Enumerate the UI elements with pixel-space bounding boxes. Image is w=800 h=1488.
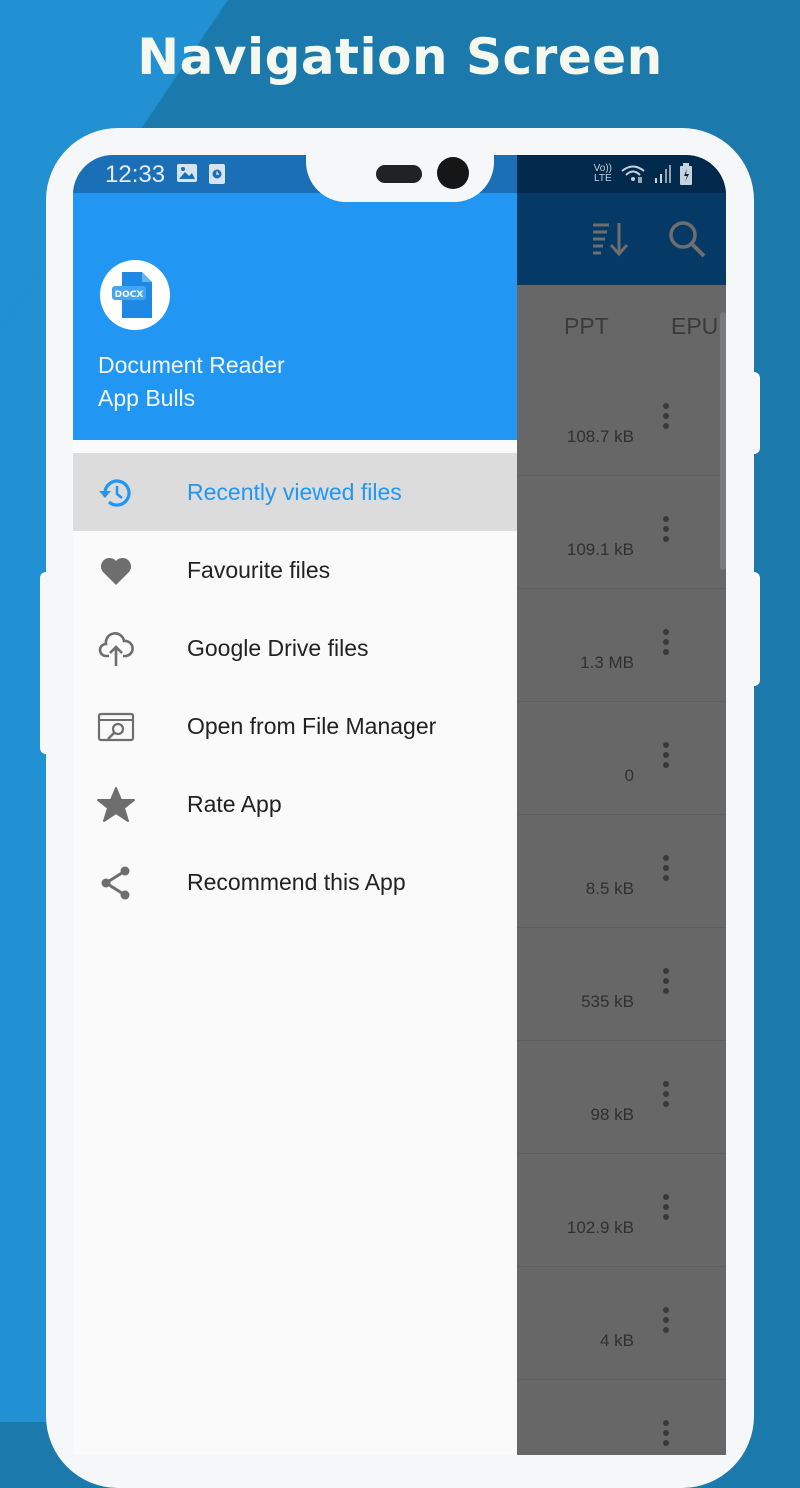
list-scrollbar[interactable] [720,312,726,570]
file-size: 0 [624,766,634,785]
app-logo: DOCX [100,260,170,330]
volte-icon: Vo)) LTE [593,163,612,184]
more-options-icon[interactable] [663,629,669,659]
file-size: 98 kB [590,1105,634,1124]
share-icon [101,866,130,900]
app-name: Document Reader App Bulls [98,352,285,411]
svg-text:DOCX: DOCX [115,290,144,300]
menu-item-label: Open from File Manager [187,712,437,739]
image-icon [177,164,197,182]
more-options-icon[interactable] [663,1081,669,1111]
star-icon [97,787,135,822]
menu-item-recently-viewed[interactable]: Recently viewed files [73,453,517,531]
menu-item-file-manager[interactable]: Open from File Manager [73,687,517,765]
file-size: 535 kB [581,992,634,1011]
more-options-icon[interactable] [663,1307,669,1337]
battery-charging-icon [680,163,692,185]
page-headline: Navigation Screen [137,28,663,86]
status-time: 12:33 [105,161,166,188]
drawer-header: DOCX Document Reader App Bulls [73,193,517,440]
menu-item-label: Recommend this App [187,868,406,895]
status-icons-right: Vo)) LTE [594,163,692,185]
menu-item-google-drive[interactable]: Google Drive files [73,609,517,687]
clock-notification-icon [209,164,225,184]
menu-item-rate-app[interactable]: Rate App [73,765,517,843]
cloud-upload-icon [98,632,134,666]
file-size: 102.9 kB [566,1218,634,1237]
sort-icon[interactable] [591,221,629,257]
navigation-drawer: 12:33 DOCX Document Reader App Bulls Rec… [73,155,517,1455]
history-icon [99,479,131,507]
more-options-icon[interactable] [663,742,669,772]
tab-ppt[interactable]: PPT [564,313,609,340]
phone-speaker [376,165,422,183]
file-size: 108.7 kB [566,427,634,446]
menu-item-label: Rate App [187,790,282,817]
more-options-icon[interactable] [663,968,669,998]
file-size: 109.1 kB [566,540,634,559]
docx-file-icon: DOCX [112,272,152,318]
menu-item-label: Google Drive files [187,634,369,661]
menu-item-label: Recently viewed files [187,478,402,505]
file-manager-search-icon [97,712,135,742]
drawer-menu: Recently viewed files Favourite files Go… [73,453,517,921]
signal-icon [655,165,671,183]
file-size: 1.3 MB [580,653,634,672]
more-options-icon[interactable] [663,1420,669,1450]
file-size: 4 kB [599,1331,634,1350]
wifi-icon [621,165,645,183]
heart-icon [100,557,132,585]
file-size: 8.5 kB [585,879,634,898]
more-options-icon[interactable] [663,1194,669,1224]
menu-item-recommend[interactable]: Recommend this App [73,843,517,921]
tab-epub[interactable]: EPUB [671,313,726,340]
more-options-icon[interactable] [663,855,669,885]
more-options-icon[interactable] [663,403,669,433]
phone-screen: Vo)) LTE PPT EPU 108.7 kB 109.1 kB 1.3 M… [73,155,726,1455]
menu-item-label: Favourite files [187,556,331,583]
more-options-icon[interactable] [663,516,669,546]
phone-camera [437,157,469,189]
menu-item-favourite[interactable]: Favourite files [73,531,517,609]
search-icon[interactable] [667,219,707,259]
